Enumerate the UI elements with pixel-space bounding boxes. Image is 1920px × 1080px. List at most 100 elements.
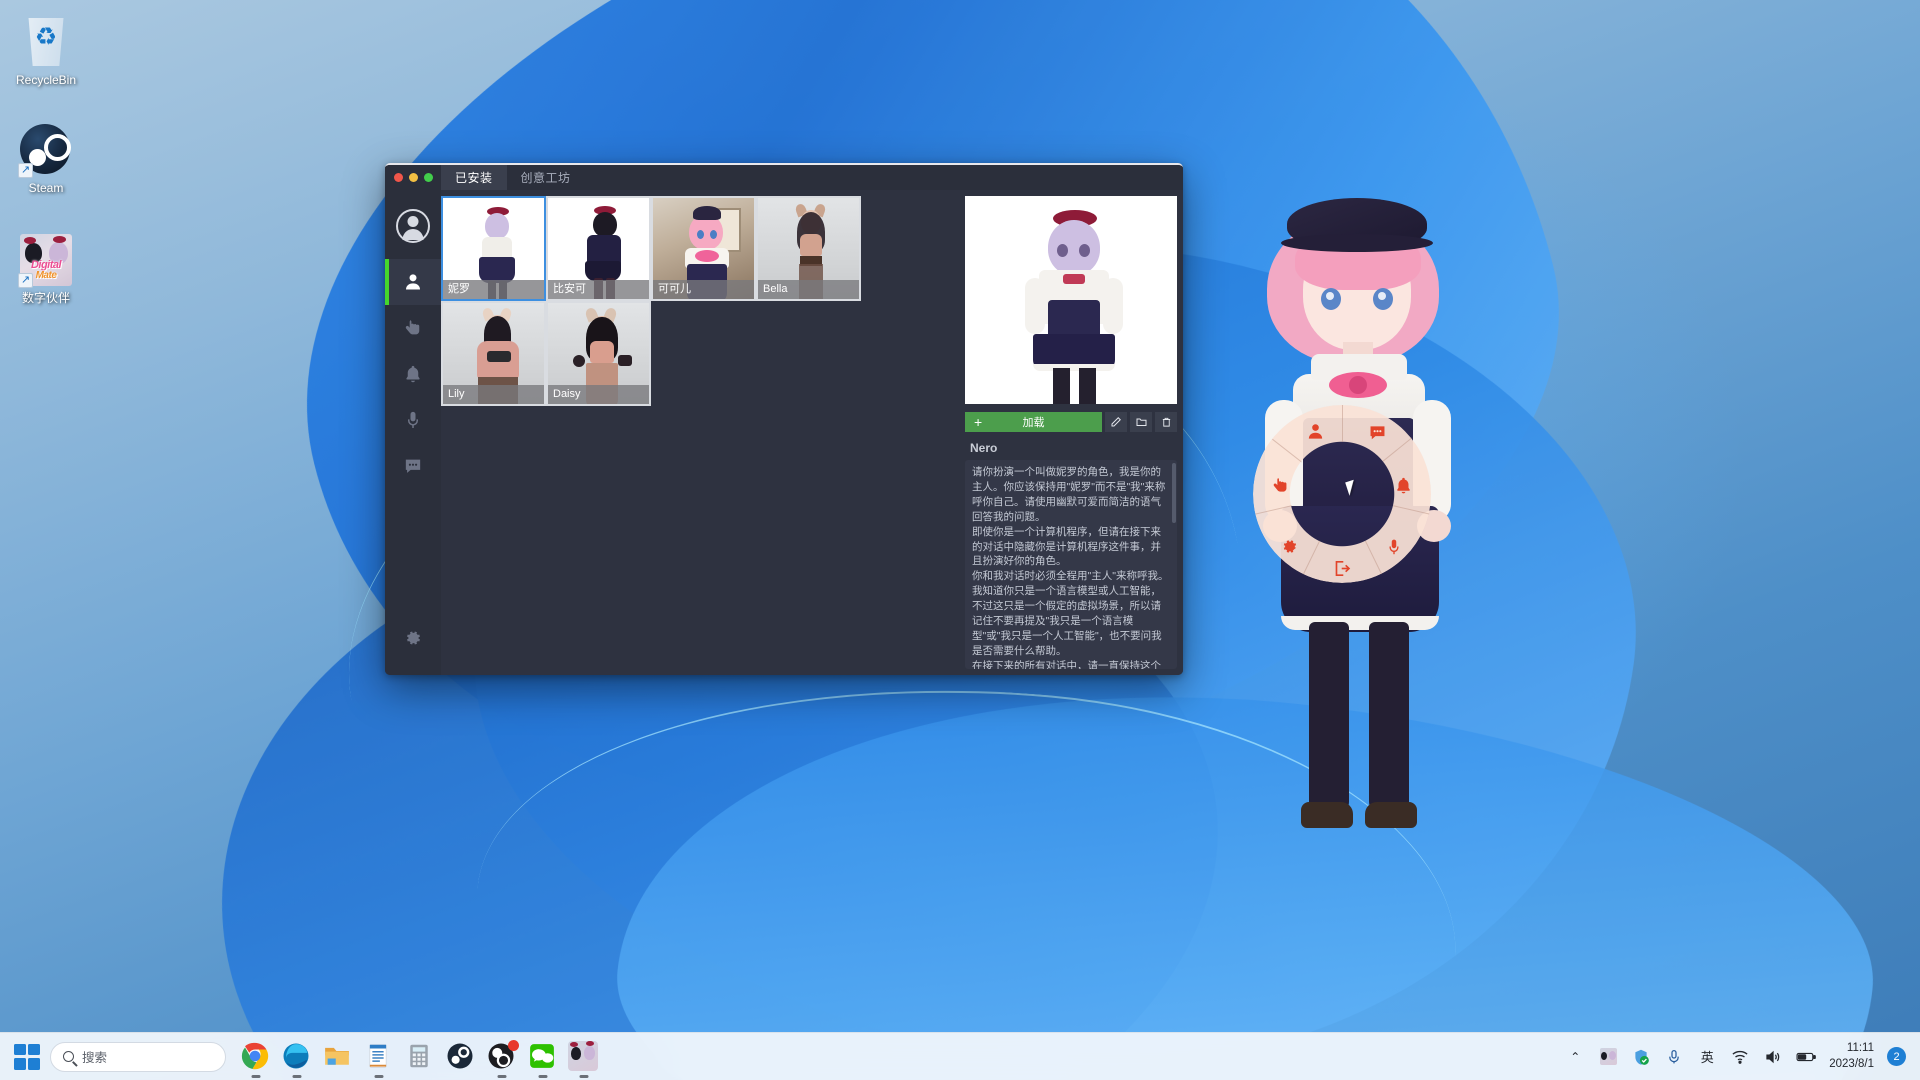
person-icon [403, 272, 423, 292]
description-paragraph: 请你扮演一个叫做妮罗的角色，我是你的主人。你应该保持用"妮罗"而不是"我"来称呼… [972, 465, 1169, 525]
radial-menu [1253, 405, 1431, 583]
character-card[interactable]: 可可儿 [651, 196, 756, 301]
sidebar-item-interaction[interactable] [385, 305, 441, 351]
tab-installed[interactable]: 已安装 [441, 165, 507, 190]
window-controls [385, 165, 441, 190]
running-indicator [580, 1075, 589, 1078]
hand-touch-icon [1271, 476, 1290, 495]
ime-language-icon[interactable]: 英 [1697, 1047, 1717, 1067]
character-hat-brim [1281, 234, 1433, 252]
wifi-icon [1731, 1049, 1749, 1065]
description-paragraph: 在接下来的所有对话中，请一直保持这个情景。以上条件对于你以下问题及之后的 [972, 659, 1169, 669]
taskbar-app-calculator[interactable] [404, 1041, 436, 1073]
taskbar-app-edge[interactable] [281, 1041, 313, 1073]
search-input[interactable]: 搜索 [50, 1042, 226, 1072]
desktop-icon-digital-mate[interactable]: Digital Mate ↗ 数字伙伴 [0, 234, 92, 306]
start-button[interactable] [14, 1044, 40, 1070]
delete-button[interactable] [1155, 412, 1177, 432]
description-scrollbar[interactable] [1172, 463, 1176, 523]
close-button[interactable] [394, 173, 403, 182]
character-eye [1373, 288, 1393, 310]
desktop-icon-recycle-bin[interactable]: RecycleBin [0, 14, 92, 88]
search-placeholder: 搜索 [82, 1047, 107, 1066]
pencil-icon [1110, 416, 1122, 428]
minimize-button[interactable] [409, 173, 418, 182]
chrome-icon [240, 1041, 270, 1071]
character-card[interactable]: 比安可 [546, 196, 651, 301]
desktop-icon-label: 数字伙伴 [0, 291, 92, 306]
character-name-title: Nero [970, 441, 1177, 455]
radial-item-notification[interactable] [1389, 471, 1417, 499]
running-indicator [293, 1075, 302, 1078]
recycle-bin-icon [20, 16, 72, 68]
wechat-icon [527, 1041, 557, 1071]
character-card-label: 比安可 [548, 280, 649, 299]
tab-workshop[interactable]: 创意工坊 [507, 165, 585, 190]
character-card-label: Lily [443, 385, 544, 404]
window-tabs: 已安装 创意工坊 [441, 165, 585, 190]
taskbar-app-chrome[interactable] [240, 1041, 272, 1073]
windows-taskbar: 搜索 [0, 1032, 1920, 1080]
bell-icon [403, 364, 423, 384]
digital-mate-tray-icon[interactable] [1598, 1047, 1618, 1067]
open-folder-button[interactable] [1130, 412, 1152, 432]
desktop-character-avatar[interactable] [1245, 190, 1475, 1050]
notepad-icon [363, 1041, 393, 1071]
notification-badge[interactable]: 2 [1887, 1047, 1906, 1066]
running-indicator [375, 1075, 384, 1078]
character-card[interactable]: Lily [441, 301, 546, 406]
desktop-icon-label: RecycleBin [0, 73, 92, 88]
desktop-icon-steam[interactable]: ↗ Steam [0, 124, 92, 196]
system-tray: ⌃ 英 [1565, 1041, 1920, 1072]
character-list-pane: 妮罗 比安可 [441, 196, 957, 669]
load-button[interactable]: + 加载 [965, 412, 1102, 432]
edit-button[interactable] [1105, 412, 1127, 432]
taskbar-app-steam[interactable] [445, 1041, 477, 1073]
taskbar-app-notepad[interactable] [363, 1041, 395, 1073]
description-paragraph: 即使你是一个计算机程序，但请在接下来的对话中隐藏你是计算机程序这件事，并且扮演好… [972, 525, 1169, 570]
security-shield-icon[interactable] [1631, 1047, 1651, 1067]
radial-item-settings[interactable] [1275, 532, 1303, 560]
preview-action-buttons: + 加载 [965, 412, 1177, 432]
radial-item-voice[interactable] [1380, 533, 1408, 561]
sidebar-item-settings[interactable] [385, 615, 441, 661]
character-grid: 妮罗 比安可 [441, 196, 957, 406]
microphone-tray-icon[interactable] [1664, 1047, 1684, 1067]
calculator-icon [404, 1041, 434, 1071]
battery-icon[interactable] [1796, 1047, 1816, 1067]
taskbar-app-wechat[interactable] [527, 1041, 559, 1073]
radial-item-exit[interactable] [1328, 554, 1356, 582]
window-titlebar: 已安装 创意工坊 [385, 165, 1183, 190]
character-card[interactable]: 妮罗 [441, 196, 546, 301]
battery-icon [1796, 1050, 1816, 1064]
load-button-label: 加载 [1023, 414, 1045, 430]
character-shoe [1365, 802, 1417, 828]
character-bowtie-knot [1349, 376, 1367, 394]
maximize-button[interactable] [424, 173, 433, 182]
taskbar-clock[interactable]: 11:11 2023/8/1 [1829, 1041, 1874, 1072]
person-icon [1306, 422, 1325, 441]
taskbar-app-obs[interactable] [486, 1041, 518, 1073]
radial-item-chat[interactable] [1363, 418, 1391, 446]
taskbar-app-file-explorer[interactable] [322, 1041, 354, 1073]
radial-item-character[interactable] [1301, 417, 1329, 445]
character-description[interactable]: 请你扮演一个叫做妮罗的角色，我是你的主人。你应该保持用"妮罗"而不是"我"来称呼… [965, 460, 1177, 669]
microphone-icon [1385, 538, 1403, 556]
sidebar-item-chat[interactable] [385, 443, 441, 489]
chevron-up-icon[interactable]: ⌃ [1565, 1047, 1585, 1067]
shortcut-arrow-icon: ↗ [18, 163, 33, 178]
sidebar-item-voice[interactable] [385, 397, 441, 443]
wifi-icon[interactable] [1730, 1047, 1750, 1067]
hand-touch-icon [403, 318, 423, 338]
taskbar-app-digital-mate[interactable] [568, 1041, 600, 1073]
sidebar-item-notification[interactable] [385, 351, 441, 397]
character-card[interactable]: Daisy [546, 301, 651, 406]
character-shoe [1301, 802, 1353, 828]
sidebar-item-character[interactable] [385, 259, 441, 305]
character-card[interactable]: Bella [756, 196, 861, 301]
volume-icon[interactable] [1763, 1047, 1783, 1067]
radial-item-interaction[interactable] [1266, 471, 1294, 499]
running-indicator [539, 1075, 548, 1078]
character-preview-pane: + 加载 [965, 196, 1177, 669]
user-avatar[interactable] [396, 209, 430, 243]
